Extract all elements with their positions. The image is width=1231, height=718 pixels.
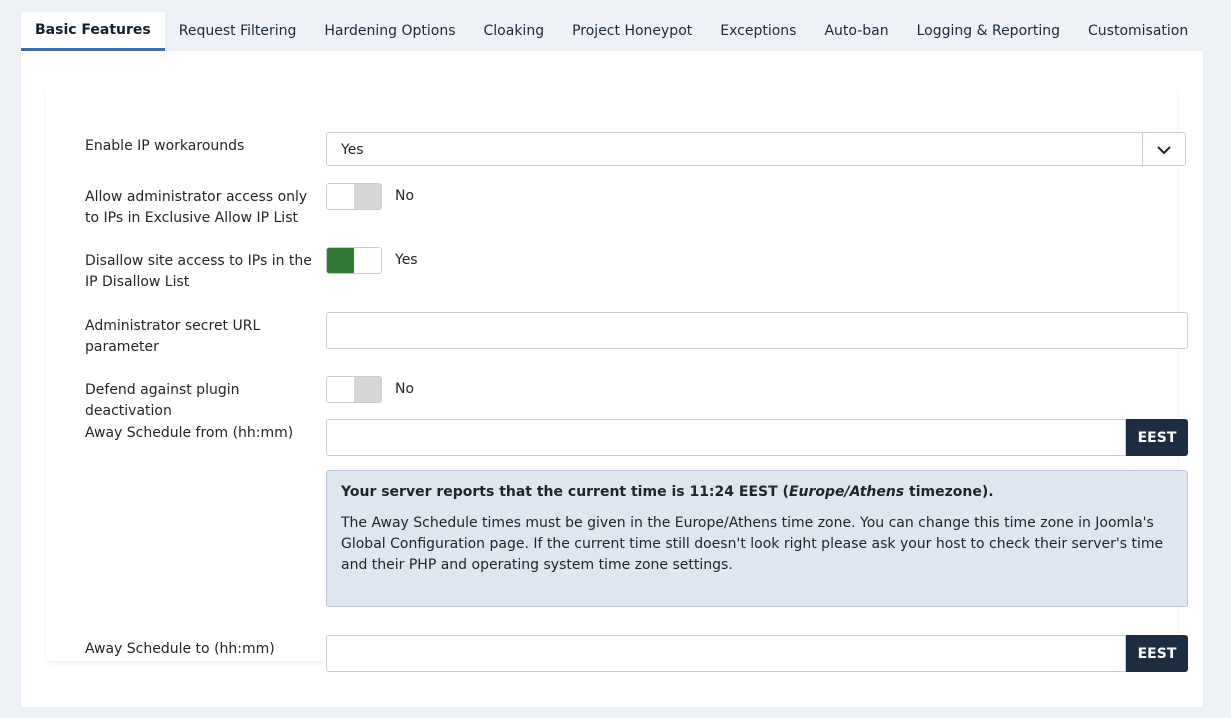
tab-customisation[interactable]: Customisation: [1074, 12, 1202, 51]
away-from-label: Away Schedule from (hh:mm): [85, 425, 294, 441]
disallow-site-toggle[interactable]: [326, 247, 382, 274]
tab-project-honeypot[interactable]: Project Honeypot: [558, 12, 706, 51]
tab-cloaking[interactable]: Cloaking: [470, 12, 559, 51]
tab-logging-reporting[interactable]: Logging & Reporting: [903, 12, 1074, 51]
disallow-site-value: Yes: [395, 252, 418, 268]
defend-plugin-value: No: [395, 381, 415, 397]
disallow-site-label: Disallow site access to IPs in the IP Di…: [85, 253, 312, 290]
secret-url-label: Administrator secret URL parameter: [85, 318, 261, 355]
tab-request-filtering[interactable]: Request Filtering: [165, 12, 311, 51]
away-to-input[interactable]: [326, 635, 1126, 672]
timezone-notice: Your server reports that the current tim…: [326, 470, 1188, 607]
defend-plugin-label: Defend against plugin deactivation: [85, 382, 240, 419]
tab-panel: Enable IP workarounds Yes Allow administ…: [21, 51, 1203, 707]
tab-auto-ban[interactable]: Auto-ban: [810, 12, 902, 51]
admin-exclusive-toggle[interactable]: [326, 183, 382, 210]
notice-heading: Your server reports that the current tim…: [341, 484, 994, 500]
notice-body: The Away Schedule times must be given in…: [341, 515, 1164, 573]
ip-workarounds-select[interactable]: Yes: [326, 132, 1186, 167]
away-to-timezone-addon: EEST: [1126, 635, 1188, 672]
away-from-timezone-addon: EEST: [1126, 419, 1188, 456]
admin-exclusive-label: Allow administrator access only to IPs i…: [85, 189, 308, 226]
tab-bar: Basic Features Request Filtering Hardeni…: [21, 12, 1203, 52]
defend-plugin-toggle[interactable]: [326, 376, 382, 403]
settings-card: Enable IP workarounds Yes Allow administ…: [46, 88, 1188, 672]
away-from-input[interactable]: [326, 419, 1126, 456]
tab-basic-features[interactable]: Basic Features: [21, 12, 165, 51]
away-to-label: Away Schedule to (hh:mm): [85, 641, 275, 657]
secret-url-input[interactable]: [326, 312, 1188, 349]
ip-workarounds-label: Enable IP workarounds: [85, 138, 245, 154]
admin-exclusive-value: No: [395, 188, 415, 204]
tab-hardening-options[interactable]: Hardening Options: [310, 12, 469, 51]
tab-exceptions[interactable]: Exceptions: [706, 12, 810, 51]
chevron-down-icon: [1142, 133, 1185, 167]
ip-workarounds-value: Yes: [341, 142, 364, 158]
